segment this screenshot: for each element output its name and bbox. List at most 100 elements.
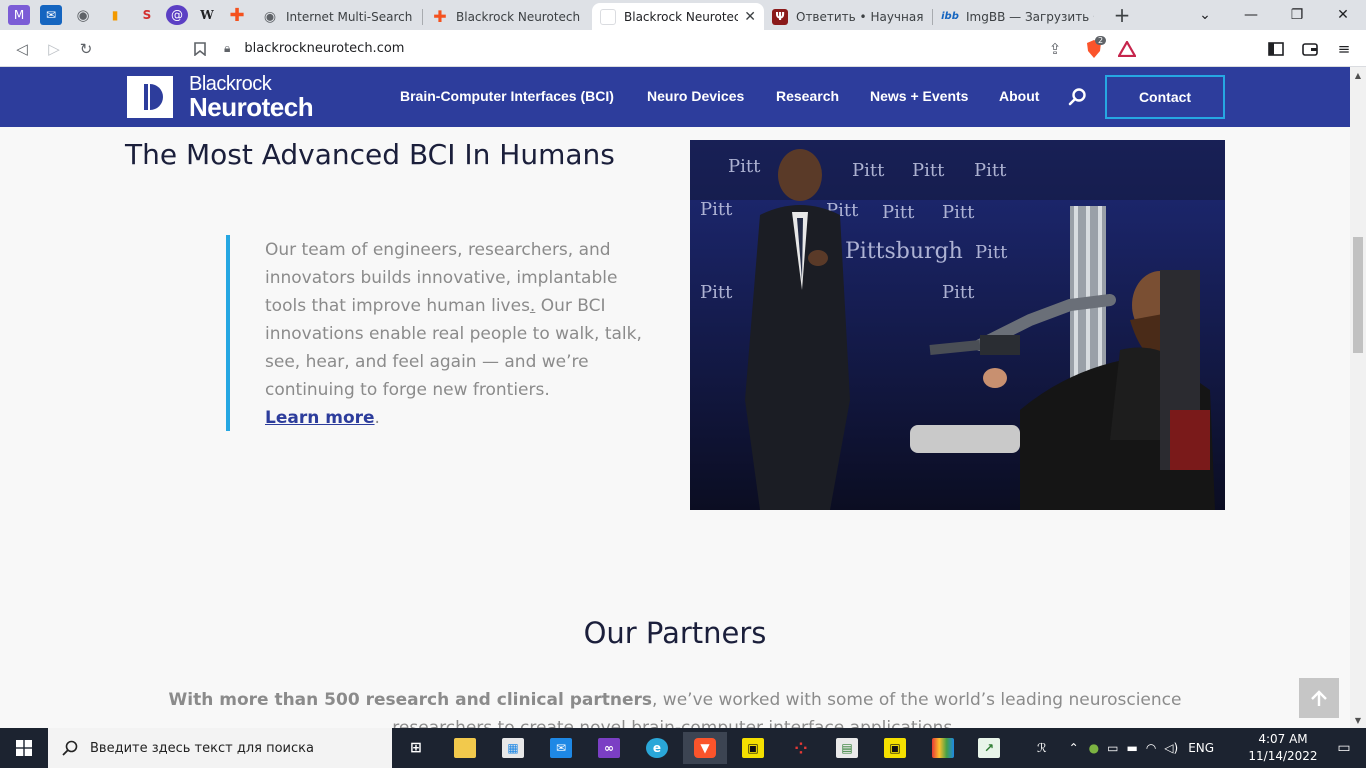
svg-text:Pitt: Pitt — [975, 242, 1008, 263]
app-chart-icon[interactable]: ↗ — [967, 732, 1011, 764]
nav-bci[interactable]: Brain-Computer Interfaces (BCI) — [400, 88, 614, 104]
pinned-tab-at-icon[interactable]: @ — [166, 5, 188, 25]
mail-icon[interactable]: ✉ — [539, 732, 583, 764]
reload-button[interactable]: ↻ — [74, 37, 98, 61]
minimize-button[interactable]: — — [1228, 0, 1274, 30]
close-tab-icon[interactable]: ✕ — [744, 9, 756, 25]
brave-browser-icon[interactable]: ▼ — [683, 732, 727, 764]
brave-rewards-icon[interactable] — [1115, 37, 1139, 61]
pinned-tab-plus-icon[interactable]: ✚ — [226, 5, 248, 26]
url-text: blackrockneurotech.com — [244, 41, 405, 56]
imgbb-icon: ibb — [941, 11, 959, 22]
blackrock-logo[interactable]: Blackrock Neurotech — [127, 73, 314, 122]
notifications-icon[interactable]: ▭ — [1322, 728, 1366, 768]
logo-mark-icon — [127, 76, 173, 118]
security-check-icon[interactable]: ● — [1089, 741, 1099, 755]
hero-title: The Most Advanced BCI In Humans — [125, 138, 615, 171]
psi-icon: Ψ — [772, 8, 788, 25]
page-scrollbar[interactable]: ▲ ▼ — [1350, 67, 1366, 728]
nav-neuro-devices[interactable]: Neuro Devices — [647, 88, 744, 104]
app-yellow-2-icon[interactable]: ▣ — [873, 732, 917, 764]
svg-text:Pittsburgh: Pittsburgh — [845, 239, 963, 264]
scroll-down-arrow-icon[interactable]: ▼ — [1350, 712, 1366, 728]
nav-news-events[interactable]: News + Events — [870, 88, 968, 104]
svg-text:Pitt: Pitt — [882, 202, 915, 223]
banner-text: Pitt — [728, 156, 761, 177]
taskbar-search-placeholder: Введите здесь текст для поиска — [90, 740, 314, 756]
search-icon — [62, 740, 78, 756]
battery-icon[interactable]: ▬ — [1126, 741, 1137, 755]
globe-icon: ◉ — [263, 8, 277, 25]
plus-icon: ✚ — [433, 7, 447, 26]
learn-more-link[interactable]: Learn more — [265, 408, 375, 428]
blank-page-icon — [600, 8, 616, 25]
tab-internet-multi-search[interactable]: ◉ Internet Multi-Search Eng — [254, 3, 422, 30]
bookmark-icon[interactable] — [188, 37, 212, 61]
volume-icon[interactable]: ◁) — [1164, 741, 1178, 755]
tab-blackrock-neurotech[interactable]: Blackrock Neurotech ✕ — [592, 3, 764, 30]
forward-button[interactable]: ▷ — [42, 37, 66, 61]
new-tab-button[interactable]: + — [1110, 3, 1134, 27]
clock-date: 11/14/2022 — [1248, 749, 1318, 763]
svg-text:Pitt: Pitt — [942, 202, 975, 223]
address-bar[interactable]: 🔒︎ blackrockneurotech.com — [224, 35, 1076, 62]
windows-start-button[interactable] — [0, 728, 48, 768]
site-header: Blackrock Neurotech Brain-Computer Inter… — [0, 67, 1350, 127]
app-red-dots-icon[interactable]: ⁘ — [779, 732, 823, 764]
partners-title: Our Partners — [583, 616, 767, 650]
svg-text:Pitt: Pitt — [852, 160, 885, 181]
display-icon[interactable]: ▭ — [1107, 741, 1118, 755]
menu-icon[interactable]: ≡ — [1332, 37, 1356, 61]
pinned-tab-globe-icon[interactable]: ◉ — [72, 5, 94, 25]
wifi-icon[interactable]: ◠ — [1146, 741, 1156, 755]
share-icon[interactable]: ⇪ — [1043, 37, 1067, 61]
brave-shields-icon[interactable]: 2 — [1082, 36, 1107, 61]
tab-search-chevron-icon[interactable]: ⌄ — [1182, 0, 1228, 30]
scroll-up-arrow-icon[interactable]: ▲ — [1350, 67, 1366, 83]
back-button[interactable]: ◁ — [10, 37, 34, 61]
taskbar-clock[interactable]: 4:07 AM 11/14/2022 — [1246, 731, 1320, 765]
browser-tab-bar: M ✉ ◉ ▮ S @ W ✚ ◉ Internet Multi-Search … — [0, 0, 1366, 30]
back-to-top-button[interactable] — [1299, 678, 1339, 718]
sidebar-toggle-icon[interactable] — [1264, 37, 1288, 61]
visual-studio-icon[interactable]: ∞ — [587, 732, 631, 764]
windows-taskbar: Введите здесь текст для поиска ⊞ ▦ ✉ ∞ e… — [0, 728, 1366, 768]
contact-button[interactable]: Contact — [1105, 75, 1225, 119]
file-explorer-icon[interactable] — [443, 732, 487, 764]
shields-count-badge: 2 — [1095, 36, 1107, 45]
edge-icon[interactable]: e — [635, 732, 679, 764]
app-window-icon[interactable]: ▤ — [825, 732, 869, 764]
pinned-tab-proton-mail-icon[interactable]: M — [8, 5, 30, 25]
svg-text:Pitt: Pitt — [700, 199, 733, 220]
tab-imgbb[interactable]: ibb ImgBB — Загрузить Фот — [934, 3, 1102, 30]
scroll-thumb[interactable] — [1353, 237, 1363, 353]
taskbar-search[interactable]: Введите здесь текст для поиска — [48, 728, 392, 768]
clock-time: 4:07 AM — [1258, 732, 1308, 746]
logo-wordmark: Blackrock Neurotech — [189, 73, 314, 122]
wallet-icon[interactable] — [1298, 37, 1322, 61]
microsoft-store-icon[interactable]: ▦ — [491, 732, 535, 764]
restore-button[interactable]: ❐ — [1274, 0, 1320, 30]
lock-icon: 🔒︎ — [224, 41, 231, 55]
chevron-up-icon[interactable]: ⌃ — [1069, 741, 1079, 755]
hero-body: Our team of engineers, researchers, and … — [265, 240, 642, 428]
pinned-tab-mail-icon[interactable]: ✉ — [40, 5, 62, 25]
tab-blackrock-archive[interactable]: ✚ Blackrock Neurotech Arc — [424, 3, 592, 30]
task-view-icon[interactable]: ⊞ — [394, 732, 438, 764]
pinned-tab-bank-icon[interactable]: S — [136, 5, 158, 25]
hero-photo: Pitt Pitt Pitt Pitt Pitt Pitt Pitt Pitt … — [690, 140, 1225, 510]
people-icon[interactable]: ℛ — [1037, 741, 1047, 755]
search-icon[interactable] — [1068, 87, 1088, 107]
nav-research[interactable]: Research — [776, 88, 839, 104]
tab-separator — [932, 9, 933, 25]
pinned-tab-analytics-icon[interactable]: ▮ — [104, 5, 126, 25]
pinned-tab-wikipedia-icon[interactable]: W — [196, 5, 218, 25]
tab-nauchnaya[interactable]: Ψ Ответить • Научная ант — [764, 3, 932, 30]
app-yellow-1-icon[interactable]: ▣ — [731, 732, 775, 764]
svg-text:Pitt: Pitt — [974, 160, 1007, 181]
app-colorful-icon[interactable] — [921, 732, 965, 764]
nav-about[interactable]: About — [999, 88, 1039, 104]
close-window-button[interactable]: ✕ — [1320, 0, 1366, 30]
input-language[interactable]: ENG — [1188, 741, 1214, 755]
svg-text:Pitt: Pitt — [700, 282, 733, 303]
